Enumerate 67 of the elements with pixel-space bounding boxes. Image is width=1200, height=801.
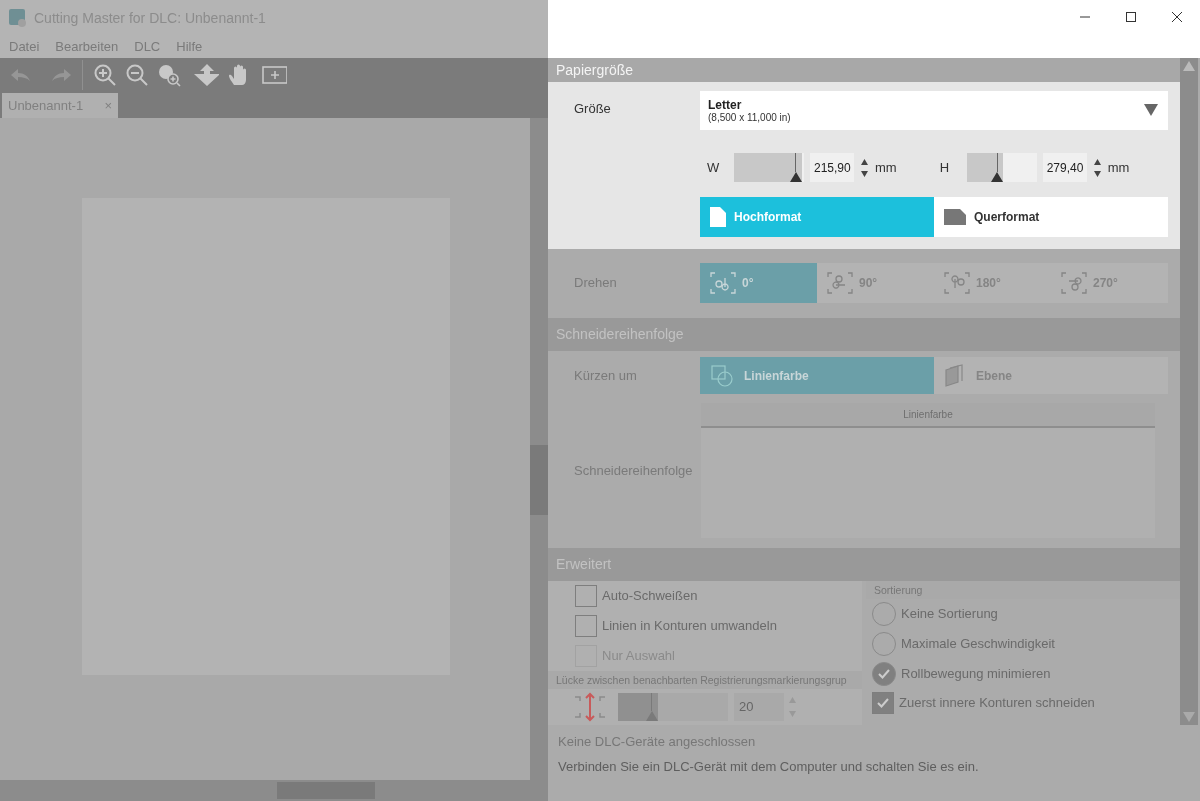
check-icon	[876, 696, 890, 709]
rotate-frame-icon	[827, 271, 853, 294]
checkbox[interactable]	[872, 691, 894, 714]
layers-icon	[944, 363, 966, 388]
check-icon	[877, 667, 891, 680]
dimension-label: W	[706, 160, 721, 176]
horizontal-scrollbar[interactable]	[0, 780, 548, 801]
option-label: Zuerst innere Konturen schneiden	[899, 695, 1095, 711]
number-field[interactable]: 279,40	[1042, 153, 1087, 183]
orientation-button[interactable]: Hochformat	[700, 196, 934, 237]
checkbox-label: Auto-Schweißen	[602, 588, 698, 604]
vertical-scrollbar[interactable]	[530, 118, 548, 780]
close-icon	[1171, 11, 1183, 23]
option-label: Maximale Geschwindigkeit	[901, 636, 1055, 652]
option-label: Rollbewegung minimieren	[901, 666, 1051, 682]
drawing-canvas[interactable]	[0, 118, 530, 780]
slider-track[interactable]	[618, 692, 728, 721]
close-tab-button[interactable]: ×	[104, 98, 112, 113]
slider-thumb[interactable]	[991, 153, 1004, 183]
app-logo-icon	[8, 7, 28, 28]
section-title: Papiergröße	[556, 61, 634, 78]
menu-item[interactable]: Datei	[9, 39, 40, 54]
zoom-page-icon[interactable]	[157, 63, 181, 87]
maximize-icon	[1125, 11, 1137, 23]
orientation-button[interactable]: Querformat	[934, 196, 1168, 237]
trim-option[interactable]: Linienfarbe	[700, 357, 934, 395]
zoom-out-icon[interactable]	[125, 63, 149, 87]
menu-item[interactable]: Bearbeiten	[55, 39, 119, 54]
rotate-frame-icon	[710, 271, 736, 294]
slider-thumb[interactable]	[645, 692, 658, 721]
menu-item[interactable]: Hilfe	[176, 39, 203, 54]
option-label: Keine Sortierung	[901, 606, 998, 622]
number-field[interactable]: 215,90	[810, 153, 854, 183]
dropdown-caret-icon	[1144, 104, 1158, 117]
checkbox-label: Linien in Konturen umwandeln	[602, 618, 777, 634]
slider-track[interactable]	[966, 153, 1037, 183]
spin-arrows-icon[interactable]	[860, 156, 869, 179]
rotate-option[interactable]: 0°	[700, 262, 817, 303]
size-name: Letter	[708, 97, 743, 112]
spin-arrows-icon[interactable]	[1092, 156, 1102, 179]
scroll-down-icon[interactable]	[1182, 711, 1196, 723]
radio-button[interactable]	[872, 661, 896, 686]
size-detail: (8,500 x 11,000 in)	[708, 111, 791, 123]
menu-item[interactable]: DLC	[134, 39, 161, 54]
overlapping-shapes-icon	[710, 363, 734, 388]
column-title: Linienfarbe	[903, 408, 953, 420]
number-field[interactable]: 20	[734, 692, 784, 721]
slider-thumb[interactable]	[789, 153, 802, 183]
vertical-scrollbar[interactable]	[1180, 58, 1198, 725]
cut-order-list[interactable]: Linienfarbe	[701, 402, 1155, 538]
landscape-page-icon	[944, 208, 966, 225]
portrait-page-icon	[710, 206, 726, 227]
scrollbar-thumb[interactable]	[530, 445, 548, 515]
vertical-gap-icon	[574, 690, 606, 723]
size-label: Größe	[573, 99, 612, 118]
dimension-label: H	[938, 160, 951, 176]
unit-label: mm	[1107, 160, 1130, 176]
rotate-frame-icon	[1061, 271, 1087, 294]
status-message: Verbinden Sie ein DLC-Gerät mit dem Computer und schalten Sie es ein.	[558, 759, 980, 774]
zoom-in-icon[interactable]	[93, 63, 117, 87]
scroll-up-icon[interactable]	[1182, 60, 1196, 72]
checkbox[interactable]	[575, 614, 597, 637]
rotate-frame-icon	[944, 271, 970, 294]
size-dropdown[interactable]: Letter (8,500 x 11,000 in)	[700, 90, 1168, 130]
checkbox[interactable]	[575, 584, 597, 607]
fit-frame-icon[interactable]	[259, 63, 287, 87]
unit-label: mm	[875, 160, 897, 176]
